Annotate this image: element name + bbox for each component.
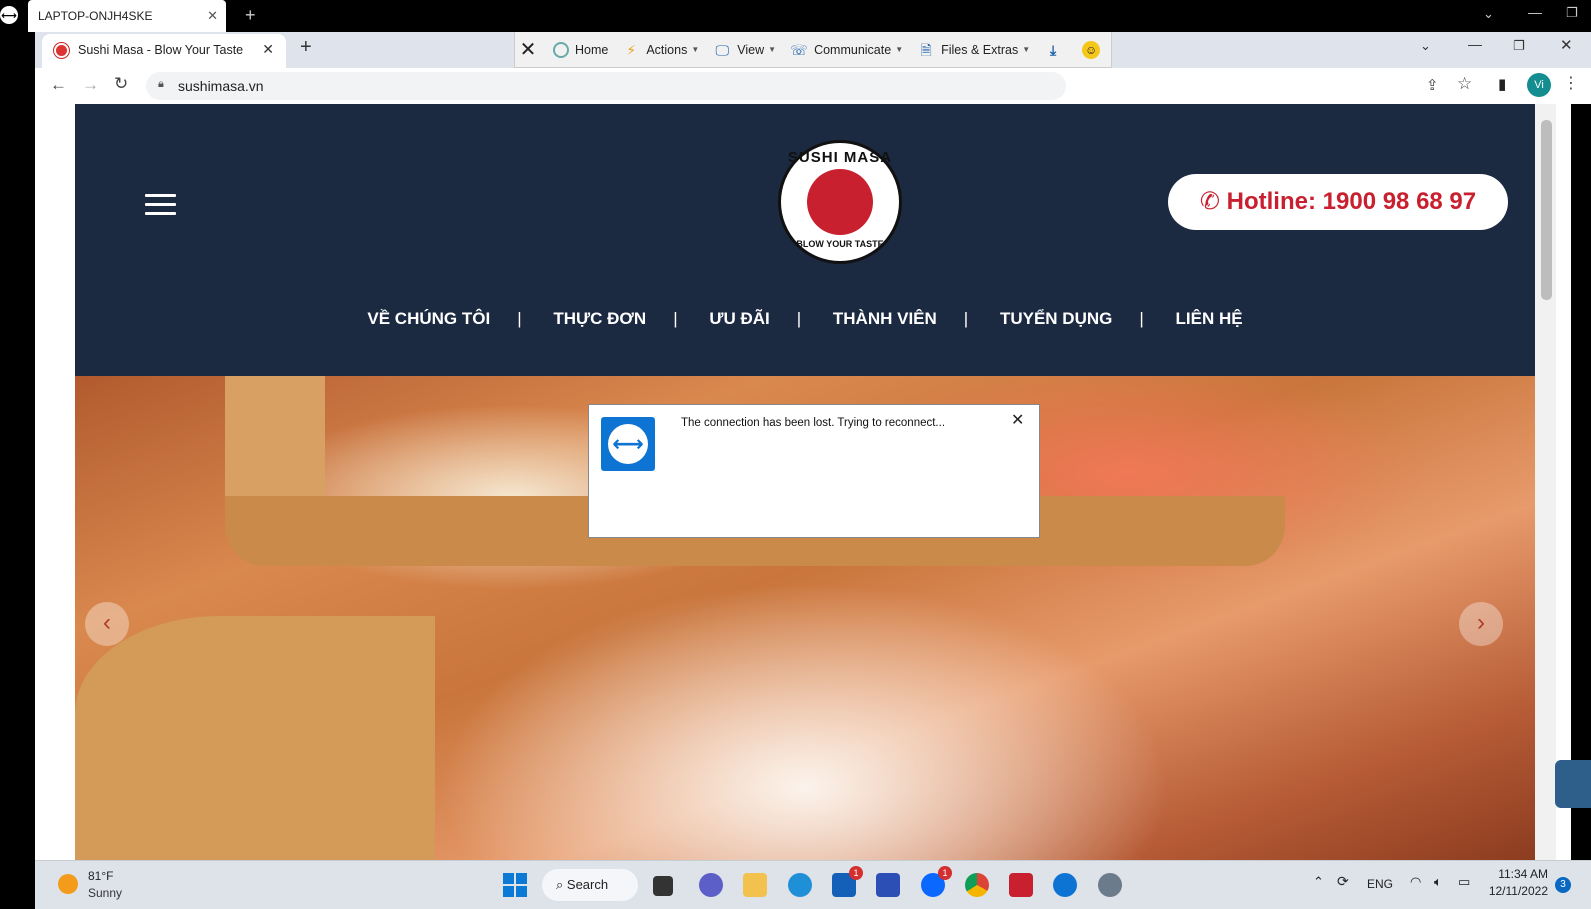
chrome-tab-title: Sushi Masa - Blow Your Taste xyxy=(78,43,244,57)
smiley-icon[interactable]: ☺ xyxy=(1082,40,1106,59)
monitor-icon: 🖵 xyxy=(715,41,730,58)
teamviewer-titlebar xyxy=(0,0,1591,32)
tab-search-icon[interactable]: ⌄ xyxy=(1420,38,1431,54)
close-session-icon[interactable]: ✕ xyxy=(519,40,543,60)
sync-icon[interactable]: ⟳ xyxy=(1337,873,1349,890)
app-icon[interactable] xyxy=(876,873,900,897)
task-view-icon[interactable] xyxy=(653,876,673,896)
home-icon xyxy=(553,41,569,58)
carousel-prev-icon[interactable]: ‹ xyxy=(85,602,129,646)
profile-avatar[interactable]: Vi xyxy=(1527,73,1551,97)
teamviewer-toolbar: ✕ Home ⚡ Actions ▼ 🖵 View ▼ ☏ Communicate ▼ 🗎 F… xyxy=(514,32,1112,68)
windows-taskbar xyxy=(35,860,1591,909)
settings-gear-icon[interactable] xyxy=(1098,873,1122,897)
connection-lost-dialog: ⟷ The connection has been lost. Trying t… xyxy=(588,404,1040,538)
toolbar-actions[interactable]: ⚡ Actions ▼ xyxy=(622,41,699,59)
main-nav: VỀ CHÚNG TÔI | THỰC ĐƠN | ƯU ĐÃI | THÀNH VI… xyxy=(75,309,1535,329)
plus-icon[interactable]: + xyxy=(245,5,256,26)
search-label: Search xyxy=(566,877,609,892)
toolbar-communicate[interactable]: ☏ Communicate ▼ xyxy=(790,41,903,59)
phone-icon: ☏ xyxy=(790,41,808,58)
teamviewer-taskbar-icon[interactable] xyxy=(1053,873,1077,897)
nav-careers[interactable]: TUYỂN DỤNG xyxy=(973,309,1139,329)
url-text: sushimasa.vn xyxy=(178,78,264,94)
files-icon: 🗎 xyxy=(920,41,932,58)
teamviewer-icon: ⟷ xyxy=(601,417,655,471)
hotline-button[interactable]: ✆ Hotline: 1900 98 68 97 xyxy=(1168,174,1508,230)
toolbar-view[interactable]: 🖵 View ▼ xyxy=(713,41,777,59)
teamviewer-side-handle[interactable] xyxy=(1555,760,1591,808)
site-header: SUSHI MASA BLOW YOUR TASTE ✆ Hotline: 19… xyxy=(75,104,1535,376)
minimize-icon[interactable]: — xyxy=(1468,36,1482,52)
scrollbar-thumb[interactable] xyxy=(1541,120,1552,300)
nav-about[interactable]: VỀ CHÚNG TÔI xyxy=(340,309,517,329)
store-icon[interactable]: 1 xyxy=(832,866,863,897)
close-icon[interactable]: ✕ xyxy=(1011,410,1024,430)
nav-members[interactable]: THÀNH VIÊN xyxy=(806,309,964,329)
address-bar[interactable]: 🔒︎ sushimasa.vn xyxy=(146,72,1066,100)
new-tab-icon[interactable]: + xyxy=(300,36,312,59)
teams-chat-icon[interactable] xyxy=(699,873,723,897)
notification-badge[interactable]: 3 xyxy=(1555,877,1571,893)
kebab-menu-icon[interactable]: ⋮ xyxy=(1563,73,1579,93)
windows-start-icon[interactable] xyxy=(503,873,527,897)
forward-icon[interactable]: → xyxy=(82,75,99,95)
minimize-icon[interactable]: — xyxy=(1528,4,1542,20)
remote-left-border xyxy=(0,32,35,909)
weather-desc[interactable]: Sunny xyxy=(88,886,122,900)
chevron-down-icon[interactable]: ⌄ xyxy=(1483,6,1494,22)
clock-time[interactable]: 11:34 AM xyxy=(1488,867,1548,881)
logo-ball-icon xyxy=(807,169,873,235)
back-icon[interactable]: ← xyxy=(50,75,67,95)
zalo-icon[interactable]: 1 xyxy=(921,866,952,897)
wps-office-icon[interactable] xyxy=(1009,873,1033,897)
volume-icon[interactable]: 🔈︎ xyxy=(1434,874,1442,890)
download-icon[interactable]: ⤓ xyxy=(1044,41,1068,59)
share-icon[interactable]: ⇪ xyxy=(1426,76,1439,94)
lock-icon[interactable]: 🔒︎ xyxy=(158,78,164,91)
logo-text-bottom: BLOW YOUR TASTE xyxy=(796,239,884,249)
side-panel-icon[interactable]: ▮ xyxy=(1498,75,1506,93)
bookmark-star-icon[interactable]: ☆ xyxy=(1457,74,1472,94)
carousel-next-icon[interactable]: › xyxy=(1459,602,1503,646)
reload-icon[interactable]: ↻ xyxy=(114,74,128,94)
toolbar-home[interactable]: Home xyxy=(553,41,608,58)
weather-temp[interactable]: 81°F xyxy=(88,869,113,883)
teamviewer-tab-title: LAPTOP-ONJH4SKE xyxy=(38,9,153,23)
teamviewer-session-tab[interactable]: LAPTOP-ONJH4SKE ✕ xyxy=(28,0,226,32)
wifi-icon[interactable]: ◠ xyxy=(1410,874,1421,890)
chrome-icon[interactable] xyxy=(965,873,989,897)
battery-icon[interactable]: ▭ xyxy=(1458,874,1470,890)
restore-icon[interactable]: ❐ xyxy=(1513,38,1525,54)
toolbar-files-extras[interactable]: 🗎 Files & Extras ▼ xyxy=(917,41,1030,59)
teamviewer-logo-icon xyxy=(0,6,18,24)
clock-date[interactable]: 12/11/2022 xyxy=(1488,884,1548,898)
dialog-message: The connection has been lost. Trying to … xyxy=(681,417,946,429)
nav-contact[interactable]: LIÊN HỆ xyxy=(1149,309,1270,329)
close-window-icon[interactable]: ✕ xyxy=(1560,36,1573,54)
lightning-icon: ⚡ xyxy=(626,41,637,58)
nav-promotions[interactable]: ƯU ĐÃI xyxy=(682,309,796,329)
nav-menu[interactable]: THỰC ĐƠN xyxy=(526,309,673,329)
file-explorer-icon[interactable] xyxy=(743,873,767,897)
close-icon[interactable]: ✕ xyxy=(207,8,218,24)
chrome-tab-sushimasa[interactable]: Sushi Masa - Blow Your Taste ✕ xyxy=(42,34,286,68)
taskbar-search[interactable]: ⌕ Search xyxy=(542,869,638,901)
hotline-text: Hotline: 1900 98 68 97 xyxy=(1226,188,1477,215)
tray-chevron-up-icon[interactable]: ⌃ xyxy=(1313,874,1324,890)
language-indicator[interactable]: ENG xyxy=(1367,877,1393,891)
close-icon[interactable]: ✕ xyxy=(262,41,274,58)
edge-icon[interactable] xyxy=(788,873,812,897)
search-icon: ⌕ xyxy=(556,877,564,892)
phone-icon: ✆ xyxy=(1199,188,1220,215)
hamburger-menu-icon[interactable] xyxy=(145,194,176,216)
favicon-icon xyxy=(54,43,69,58)
restore-icon[interactable]: ❐ xyxy=(1566,5,1578,21)
site-logo[interactable]: SUSHI MASA BLOW YOUR TASTE xyxy=(778,140,902,264)
logo-text-top: SUSHI MASA xyxy=(787,149,893,166)
sun-icon[interactable] xyxy=(58,874,78,894)
